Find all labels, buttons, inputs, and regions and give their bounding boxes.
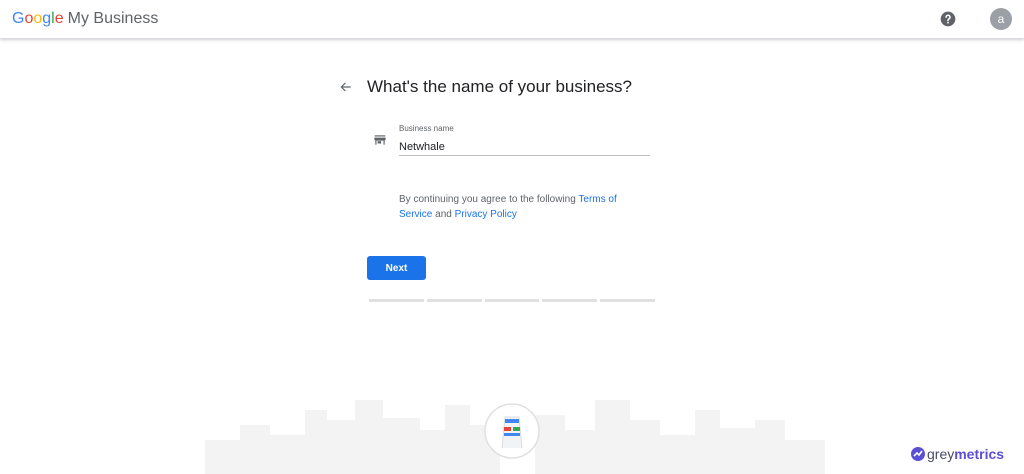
storefront-icon	[374, 135, 386, 145]
storefront-sign-illustration	[484, 403, 540, 459]
progress-step	[369, 299, 424, 302]
brand-name-prefix: grey	[927, 446, 955, 462]
next-button[interactable]: Next	[367, 256, 426, 280]
page-title: What's the name of your business?	[367, 77, 632, 96]
progress-step	[600, 299, 655, 302]
progress-step	[542, 299, 598, 302]
top-app-bar: Google My Business a	[0, 0, 1024, 39]
logo-letter: e	[54, 10, 64, 27]
google-my-business-logo[interactable]: Google My Business	[12, 10, 158, 28]
terms-text: By continuing you agree to the following	[399, 194, 579, 205]
help-circle-icon[interactable]	[940, 11, 956, 27]
greymetrics-logo-icon	[911, 447, 925, 462]
account-avatar[interactable]: a	[990, 8, 1012, 30]
brand-name-suffix: metrics	[954, 446, 1005, 462]
progress-step	[426, 299, 482, 302]
logo-letter: o	[33, 10, 43, 27]
step-progress-bar	[369, 299, 655, 302]
logo-letter: G	[12, 10, 25, 27]
logo-letter: g	[42, 10, 52, 27]
greymetrics-watermark: greymetrics	[911, 446, 1004, 462]
business-name-input[interactable]	[399, 138, 650, 156]
terms-conjunction: and	[432, 209, 455, 220]
privacy-policy-link[interactable]: Privacy Policy	[455, 209, 517, 220]
logo-product-name: My Business	[67, 10, 159, 27]
arrow-back-icon[interactable]	[339, 80, 353, 94]
progress-step	[484, 299, 540, 302]
business-name-label: Business name	[399, 124, 454, 133]
terms-notice: By continuing you agree to the following…	[399, 192, 649, 222]
